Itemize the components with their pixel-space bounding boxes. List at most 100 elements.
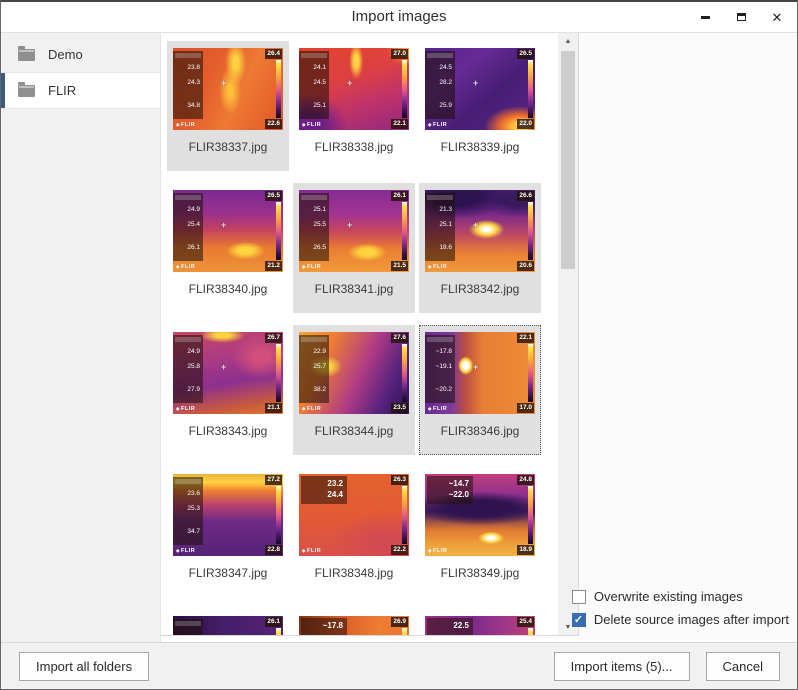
color-scale-bar	[402, 60, 407, 118]
flir-logo: FLIR	[428, 265, 447, 271]
import-options: Overwrite existing images Delete source …	[572, 589, 789, 627]
temp-min-chip: 22.8	[265, 545, 282, 555]
temp-min-chip: 21.5	[391, 261, 408, 271]
panel-temp: 23.2	[303, 479, 343, 490]
color-scale-bar	[402, 486, 407, 544]
image-item[interactable]: 24.925.827.9 26.7 21.1 FLIR FLIR38343.jp…	[167, 325, 289, 455]
image-item[interactable]: 21.325.118.6 26.6 20.6 FLIR FLIR38342.jp…	[419, 183, 541, 313]
panel-temp: 25.9	[425, 103, 455, 110]
image-item[interactable]: ~14.7~22.0 24.8 18.9 FLIR FLIR38349.jpg	[419, 467, 541, 597]
flir-logo: FLIR	[176, 265, 195, 271]
color-scale-bar	[528, 344, 533, 402]
temp-min-chip: 22.2	[391, 545, 408, 555]
image-item[interactable]: 22.5 25.4 FLIR	[419, 609, 541, 635]
image-item[interactable]: 26.1 FLIR	[167, 609, 289, 635]
panel-temp: 28.2	[425, 80, 455, 87]
measurement-box: ~17.8	[301, 618, 347, 635]
image-item[interactable]: 24.528.225.9 26.5 22.0 FLIR FLIR38339.jp…	[419, 41, 541, 171]
thermal-thumbnail: ~17.8 26.9 FLIR	[299, 616, 409, 635]
measurement-panel: ~17.8~19.1~20.2	[425, 335, 455, 403]
cancel-button[interactable]: Cancel	[706, 652, 780, 681]
temp-max-chip: 26.4	[265, 49, 282, 59]
temp-min-chip: 22.0	[517, 119, 534, 129]
sidebar-item-flir[interactable]: FLIR	[1, 73, 160, 109]
panel-temp: 22.5	[429, 621, 469, 632]
measurement-panel: 23.824.334.8	[173, 51, 203, 119]
panel-temp: 25.8	[173, 364, 203, 371]
panel-temp: ~19.1	[425, 364, 455, 371]
folder-sidebar: Demo FLIR	[1, 33, 161, 642]
thermal-thumbnail: 23.625.334.7 27.2 22.8 FLIR	[173, 474, 283, 556]
image-filename: FLIR38340.jpg	[189, 282, 268, 296]
panel-temp: 25.1	[425, 222, 455, 229]
thermal-thumbnail: 25.125.526.5 26.1 21.5 FLIR	[299, 190, 409, 272]
options-panel	[579, 33, 797, 642]
image-item[interactable]: 23.224.4 26.3 22.2 FLIR FLIR38348.jpg	[293, 467, 415, 597]
temp-max-chip: 26.1	[391, 191, 408, 201]
folder-label: Demo	[48, 47, 83, 62]
vertical-scrollbar[interactable]	[558, 33, 578, 635]
panel-temp: 18.6	[425, 245, 455, 252]
image-filename: FLIR38347.jpg	[189, 566, 268, 580]
image-item[interactable]: ~17.8~19.1~20.2 22.1 17.0 FLIR FLIR38346…	[419, 325, 541, 455]
overwrite-checkbox[interactable]	[572, 590, 586, 604]
panel-temp: 25.7	[299, 364, 329, 371]
scroll-up-button[interactable]	[558, 33, 578, 49]
measurement-box: 23.224.4	[301, 476, 347, 504]
image-item[interactable]: 23.625.334.7 27.2 22.8 FLIR FLIR38347.jp…	[167, 467, 289, 597]
footer-bar: Import all folders Import items (5)... C…	[1, 642, 797, 689]
image-item[interactable]: 24.925.426.1 26.5 21.2 FLIR FLIR38340.jp…	[167, 183, 289, 313]
image-item[interactable]: 23.824.334.8 26.4 22.6 FLIR FLIR38337.jp…	[167, 41, 289, 171]
temp-max-chip: 26.6	[517, 191, 534, 201]
option-delete-source[interactable]: Delete source images after import	[572, 612, 789, 627]
image-filename: FLIR38349.jpg	[441, 566, 520, 580]
image-grid-panel: 23.824.334.8 26.4 22.6 FLIR FLIR38337.jp…	[161, 33, 579, 636]
panel-temp: 25.5	[299, 222, 329, 229]
panel-temp: 26.1	[173, 245, 203, 252]
image-item[interactable]: 22.925.738.2 27.6 23.5 FLIR FLIR38344.jp…	[293, 325, 415, 455]
maximize-button[interactable]	[735, 11, 747, 23]
color-scale-bar	[402, 344, 407, 402]
flir-logo: FLIR	[176, 407, 195, 413]
image-item[interactable]: ~17.8 26.9 FLIR	[293, 609, 415, 635]
temp-min-chip: 23.5	[391, 403, 408, 413]
temp-min-chip: 21.2	[265, 261, 282, 271]
temp-max-chip: 27.2	[265, 475, 282, 485]
flir-logo: FLIR	[302, 549, 321, 555]
panel-temp: ~17.8	[303, 621, 343, 632]
import-items-button[interactable]: Import items (5)...	[554, 652, 690, 681]
temp-min-chip: 21.1	[265, 403, 282, 413]
thermal-thumbnail: 22.925.738.2 27.6 23.5 FLIR	[299, 332, 409, 414]
sidebar-item-demo[interactable]: Demo	[1, 37, 160, 73]
panel-temp: 24.5	[299, 80, 329, 87]
measurement-panel: 24.1 24.5 25.1	[299, 51, 329, 119]
color-scale-bar	[276, 344, 281, 402]
thermal-thumbnail: 22.5 25.4 FLIR	[425, 616, 535, 635]
color-scale-bar	[528, 628, 533, 635]
delete-source-checkbox[interactable]	[572, 613, 586, 627]
image-item[interactable]: 24.124.525.1 27.0 22.1 FLIR FLIR38338.jp…	[293, 41, 415, 171]
temp-max-chip: 27.6	[391, 333, 408, 343]
temp-min-chip: 20.6	[517, 261, 534, 271]
image-filename: FLIR38348.jpg	[315, 566, 394, 580]
image-filename: FLIR38342.jpg	[441, 282, 520, 296]
close-button[interactable]: ✕	[771, 11, 783, 23]
option-overwrite[interactable]: Overwrite existing images	[572, 589, 743, 604]
panel-temp: 24.4	[303, 490, 343, 501]
image-item[interactable]: 25.125.526.5 26.1 21.5 FLIR FLIR38341.jp…	[293, 183, 415, 313]
panel-temp: 24.1	[299, 65, 329, 72]
image-filename: FLIR38343.jpg	[189, 424, 268, 438]
temp-max-chip: 24.8	[517, 475, 534, 485]
scroll-thumb[interactable]	[561, 51, 575, 269]
panel-temp: ~14.7	[429, 479, 469, 490]
thermal-thumbnail: 23.824.334.8 26.4 22.6 FLIR	[173, 48, 283, 130]
minimize-button[interactable]	[699, 11, 711, 23]
flir-logo: FLIR	[428, 549, 447, 555]
panel-temp: 25.1	[299, 103, 329, 110]
temp-min-chip: 17.0	[517, 403, 534, 413]
import-all-folders-button[interactable]: Import all folders	[19, 652, 149, 681]
image-filename: FLIR38338.jpg	[315, 140, 394, 154]
color-scale-bar	[276, 202, 281, 260]
temp-max-chip: 26.1	[265, 617, 282, 627]
panel-temp: ~22.0	[429, 490, 469, 501]
